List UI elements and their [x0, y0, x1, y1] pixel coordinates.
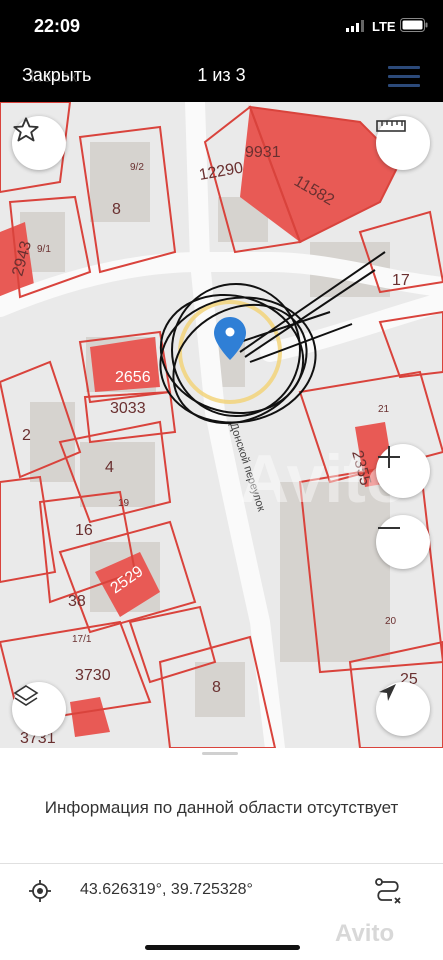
parcel-label: 9/1	[37, 244, 51, 255]
coordinates-value[interactable]: 43.626319°, 39.725328°	[80, 881, 253, 899]
page-counter: 1 из 3	[197, 65, 246, 85]
crosshair-icon	[29, 880, 51, 902]
status-bar: 22:09 LTE	[0, 0, 443, 52]
network-label: LTE	[372, 19, 396, 34]
zoom-in-button[interactable]	[376, 444, 430, 498]
map-view[interactable]: 9931 11582 12290 8 9/2 2943 9/1 17 2656 …	[0, 102, 443, 748]
avito-watermark: Avito	[335, 920, 395, 947]
parcel-label: 2656	[115, 369, 151, 386]
navigate-arrow-icon	[379, 684, 396, 701]
parcel-label: 8	[212, 679, 221, 696]
parcel-label: 9931	[245, 144, 281, 161]
divider	[0, 863, 443, 864]
route-icon[interactable]	[372, 876, 404, 908]
parcel-label: 4	[105, 459, 114, 476]
map-canvas[interactable]: 9931 11582 12290 8 9/2 2943 9/1 17 2656 …	[0, 102, 443, 748]
parcel-label: 21	[378, 404, 390, 415]
minus-icon	[378, 527, 400, 529]
zoom-out-button[interactable]	[376, 515, 430, 569]
home-indicator	[145, 945, 300, 950]
parcel-label: 8	[112, 201, 121, 218]
parcel-label: 9/2	[130, 162, 144, 173]
menu-icon[interactable]	[388, 66, 420, 88]
parcel-label: 3730	[75, 667, 111, 684]
parcel-label: 17/1	[72, 634, 92, 645]
battery-icon	[400, 18, 428, 32]
info-message: Информация по данной области отсутствует	[44, 798, 399, 817]
parcel-label: 17	[392, 272, 410, 289]
parcel-label: 3033	[110, 400, 146, 417]
parcel-label: 16	[75, 522, 93, 539]
plus-icon	[378, 446, 400, 468]
favorite-button[interactable]	[12, 116, 66, 170]
parcel-label: 20	[385, 616, 397, 627]
parcel-label: 19	[118, 498, 130, 509]
info-panel: Информация по данной области отсутствует…	[0, 748, 443, 960]
nav-bar: Поиск Закрыть 1 из 3	[0, 52, 443, 102]
signal-icon	[346, 20, 364, 32]
parcel-label: 2	[22, 427, 31, 444]
status-time: 22:09	[34, 16, 81, 36]
ruler-button[interactable]	[376, 116, 430, 170]
layers-icon	[13, 685, 39, 706]
star-icon	[13, 117, 39, 142]
layers-button[interactable]	[12, 682, 66, 736]
parcel-label: 38	[68, 593, 86, 610]
ruler-icon	[376, 120, 406, 132]
panel-handle[interactable]	[202, 752, 238, 755]
my-location-button[interactable]	[376, 682, 430, 736]
